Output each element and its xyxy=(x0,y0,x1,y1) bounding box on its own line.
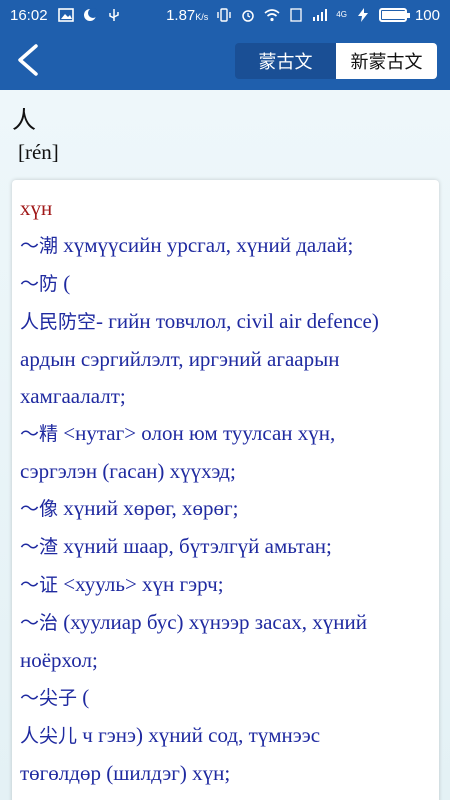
definition-text: <нутаг> олон юм туулсан хүн, xyxy=(58,421,336,445)
definition-text: хүний хөрөг, хөрөг; xyxy=(58,496,239,520)
back-button[interactable] xyxy=(8,38,52,82)
definition-text: төгөлдөр (шилдэг) хүн; xyxy=(20,761,231,785)
definition-chinese-term: ～防 xyxy=(20,273,59,295)
moon-icon xyxy=(83,8,98,21)
definition-chinese-term: ～尖子 xyxy=(20,687,78,709)
definition-chinese-term: ～治 xyxy=(20,612,59,634)
definition-chinese-term: ～渣 xyxy=(20,536,59,558)
definition-line: ～治 (хуулиар бус) хүнээр засах, хүний xyxy=(20,604,429,642)
definition-chinese-term: 人尖儿 xyxy=(20,725,78,747)
definition-line: 人民防空- гийн товчлол, civil air defence) xyxy=(20,303,429,341)
definition-text: (хуулиар бус) хүнээр засах, хүний xyxy=(58,610,368,634)
definition-cyrillic-headword: хүн xyxy=(20,190,429,227)
script-toggle: 蒙古文 新蒙古文 xyxy=(235,43,437,79)
definition-chinese-term: 人民防空 xyxy=(20,311,97,333)
definition-lines: хүн ～潮 хүмүүсийн урсгал, хүний далай; ～防 (… xyxy=(20,190,429,792)
tab-traditional-mongolian[interactable]: 蒙古文 xyxy=(235,43,336,79)
usb-icon xyxy=(108,9,119,21)
definition-text: ( xyxy=(77,685,90,709)
back-arrow-icon xyxy=(18,44,38,76)
definition-text: - гийн товчлол, civil air defence) xyxy=(96,309,379,333)
headword: 人 xyxy=(12,106,36,134)
definition-line: ～渣 хүний шаар, бүтэлгүй амьтан; xyxy=(20,528,429,566)
definition-line: ～证 <хууль> хүн гэрч; xyxy=(20,566,429,604)
definition-chinese-term: ～潮 xyxy=(20,235,59,257)
definition-line: сэргэлэн (гасан) хүүхэд; xyxy=(20,453,429,490)
definition-text: сэргэлэн (гасан) хүүхэд; xyxy=(20,459,236,483)
top-nav-bar: 蒙古文 新蒙古文 xyxy=(0,30,450,90)
definition-text: <хууль> хүн гэрч; xyxy=(58,572,224,596)
battery-percent: 100 xyxy=(414,6,440,24)
definition-line: ардын сэргийлэлт, иргэний агаарын xyxy=(20,341,429,378)
wifi-icon xyxy=(264,9,280,22)
definition-text: хүний шаар, бүтэлгүй амьтан; xyxy=(58,534,332,558)
alarm-icon xyxy=(242,10,255,22)
battery-fill xyxy=(381,11,406,19)
battery-icon xyxy=(378,8,410,22)
sim-icon xyxy=(290,8,302,22)
vibrate-icon xyxy=(217,8,231,22)
definition-line: ноёрхол; xyxy=(20,642,429,679)
definition-line: ～像 хүний хөрөг, хөрөг; xyxy=(20,490,429,528)
definition-chinese-term: ～证 xyxy=(20,574,59,596)
pinyin: [rén] xyxy=(18,140,59,164)
signal-icon xyxy=(313,9,328,21)
definition-text: ч гэнэ) хүний сод, түмнээс xyxy=(77,723,321,747)
definition-text: хүмүүсийн урсгал, хүний далай; xyxy=(58,233,354,257)
network-type: 4G xyxy=(336,10,347,19)
charging-icon xyxy=(357,8,368,22)
image-icon xyxy=(57,8,74,22)
definition-line: ～潮 хүмүүсийн урсгал, хүний далай; xyxy=(20,227,429,265)
definition-line: хамгаалалт; xyxy=(20,378,429,415)
definition-line: төгөлдөр (шилдэг) хүн; xyxy=(20,755,429,792)
status-right-icons: 1.87K/s 4G 100 xyxy=(166,7,440,24)
definition-card: хүн ～潮 хүмүүсийн урсгал, хүний далай; ～防 (… xyxy=(12,180,439,800)
definition-text: ( xyxy=(58,271,71,295)
status-left-icons xyxy=(57,8,122,22)
definition-line: ～尖子 ( xyxy=(20,679,429,717)
definition-text: ардын сэргийлэлт, иргэний агаарын xyxy=(20,347,340,371)
net-speed: 1.87K/s xyxy=(166,6,209,24)
definition-chinese-term: ～像 xyxy=(20,498,59,520)
definition-text: хамгаалалт; xyxy=(20,384,126,408)
status-bar: 16:02 1.87K/s 4G 100 xyxy=(0,0,450,30)
status-time: 16:02 xyxy=(10,6,48,24)
definition-text: хүн xyxy=(20,196,53,220)
definition-chinese-term: ～精 xyxy=(20,423,59,445)
definition-line: 人尖儿 ч гэнэ) хүний сод, түмнээс xyxy=(20,717,429,755)
definition-text: ноёрхол; xyxy=(20,648,98,672)
definition-line: ～精 <нутаг> олон юм туулсан хүн, xyxy=(20,415,429,453)
tab-cyrillic-mongolian[interactable]: 新蒙古文 xyxy=(336,43,437,79)
definition-line: ～防 ( xyxy=(20,265,429,303)
